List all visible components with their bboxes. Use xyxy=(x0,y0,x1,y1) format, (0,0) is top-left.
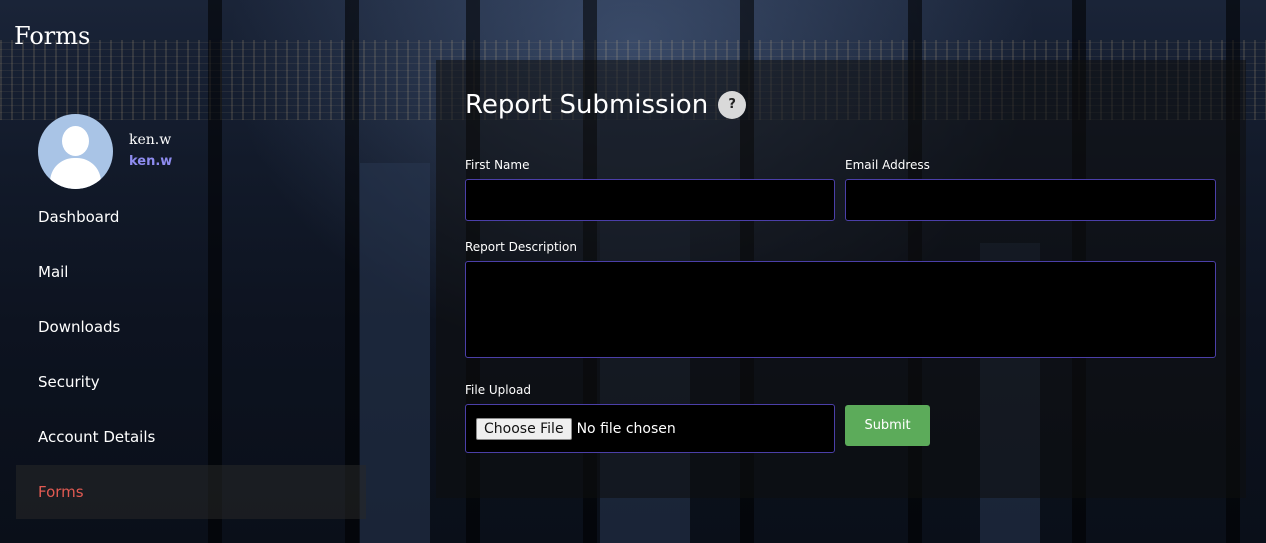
submit-button[interactable]: Submit xyxy=(845,405,930,446)
first-name-label: First Name xyxy=(465,158,530,172)
help-icon[interactable]: ? xyxy=(718,91,747,119)
choose-file-button[interactable]: Choose File xyxy=(476,417,572,440)
email-input[interactable] xyxy=(845,179,1216,221)
sidebar-item-forms[interactable]: Forms xyxy=(16,465,366,519)
sidebar-item-security[interactable]: Security xyxy=(16,355,366,410)
username-link[interactable]: ken.w xyxy=(129,154,172,169)
username: ken.w xyxy=(129,132,172,148)
form-title: Report Submission xyxy=(465,90,709,120)
report-form-panel: Report Submission ? First Name Email Add… xyxy=(436,60,1246,498)
sidebar: ken.w ken.w Dashboard Mail Downloads Sec… xyxy=(0,100,366,519)
sidebar-item-account-details[interactable]: Account Details xyxy=(16,410,366,465)
sidebar-item-mail[interactable]: Mail xyxy=(16,245,366,300)
email-label: Email Address xyxy=(845,158,930,172)
file-upload-label: File Upload xyxy=(465,383,531,397)
file-status-text: No file chosen xyxy=(576,420,676,437)
report-description-label: Report Description xyxy=(465,240,577,254)
sidebar-item-downloads[interactable]: Downloads xyxy=(16,300,366,355)
app-title: Forms xyxy=(14,22,91,50)
form-title-row: Report Submission ? xyxy=(465,90,747,120)
user-avatar-icon xyxy=(38,114,113,189)
sidebar-item-dashboard[interactable]: Dashboard xyxy=(16,190,366,245)
first-name-input[interactable] xyxy=(465,179,835,221)
report-description-textarea[interactable] xyxy=(465,261,1216,358)
sidebar-nav: Dashboard Mail Downloads Security Accoun… xyxy=(16,190,366,519)
user-profile: ken.w ken.w xyxy=(38,114,172,189)
file-upload-input[interactable]: Choose File No file chosen xyxy=(465,404,835,453)
